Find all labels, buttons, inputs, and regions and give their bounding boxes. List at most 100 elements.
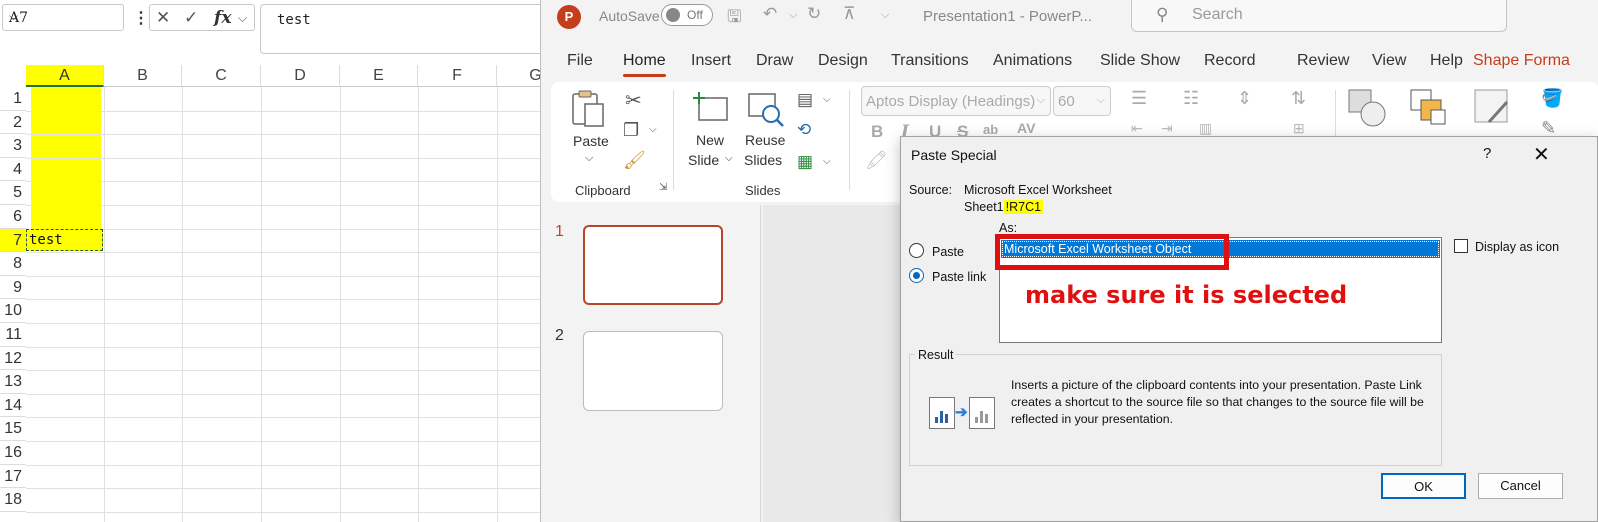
undo-icon[interactable]: ↶	[763, 4, 777, 24]
font-size-select[interactable]: 60 ⌵	[1053, 86, 1111, 116]
shapes-icon[interactable]	[1347, 88, 1387, 131]
active-cell-a7[interactable]: test	[26, 228, 103, 251]
column-header-c[interactable]: C	[182, 65, 261, 87]
display-as-icon-checkbox[interactable]	[1454, 239, 1468, 253]
section-icon[interactable]: ▦	[797, 152, 813, 172]
help-icon[interactable]: ?	[1483, 145, 1491, 162]
tab-file[interactable]: File	[567, 52, 593, 70]
tab-review[interactable]: Review	[1297, 52, 1349, 70]
paste-icon[interactable]	[569, 88, 607, 128]
font-name-select[interactable]: Aptos Display (Headings) ⌵	[861, 86, 1051, 116]
shape-fill-icon[interactable]: 🪣	[1541, 88, 1563, 109]
reuse-slides-label-2[interactable]: Slides	[744, 152, 782, 168]
chevron-down-icon[interactable]: ⌵	[1037, 94, 1045, 107]
enter-icon[interactable]: ✓	[184, 8, 198, 28]
tab-draw[interactable]: Draw	[756, 52, 793, 70]
tab-transitions[interactable]: Transitions	[891, 52, 969, 70]
row-header-4[interactable]: 4	[0, 157, 26, 182]
character-spacing-icon[interactable]: ab	[983, 122, 998, 137]
customize-toolbar-icon[interactable]: ⌵	[881, 9, 889, 22]
chevron-down-icon[interactable]: ⌵	[238, 11, 247, 26]
row-header-15[interactable]: 15	[0, 417, 26, 441]
row-header-9[interactable]: 9	[0, 275, 26, 300]
chevron-down-icon[interactable]: ⌵	[1097, 94, 1105, 107]
display-as-icon-label[interactable]: Display as icon	[1475, 240, 1559, 254]
save-icon[interactable]: 🖫	[727, 4, 741, 33]
row-header-13[interactable]: 13	[0, 370, 26, 394]
column-header-d[interactable]: D	[261, 65, 340, 87]
reuse-slides-icon[interactable]	[747, 90, 785, 131]
row-header-17[interactable]: 17	[0, 464, 26, 489]
cut-icon[interactable]: ✂	[625, 88, 642, 113]
chevron-down-icon[interactable]: ⌵	[789, 9, 797, 22]
cancel-icon[interactable]: ✕	[156, 8, 170, 28]
slide-thumbnail-1[interactable]	[583, 225, 723, 305]
chevron-down-icon[interactable]: ⌵	[9, 9, 117, 24]
new-slide-label-1[interactable]: New	[696, 132, 724, 148]
increase-indent-icon[interactable]: ⇥	[1161, 120, 1173, 137]
row-header-12[interactable]: 12	[0, 346, 26, 371]
new-slide-label-2[interactable]: Slide	[688, 152, 719, 168]
column-header-a[interactable]: A	[26, 65, 104, 87]
row-header-6[interactable]: 6	[0, 205, 26, 229]
autosave-toggle[interactable]: Off	[661, 4, 713, 26]
paste-link-radio[interactable]	[909, 268, 924, 283]
new-slide-icon[interactable]	[693, 90, 729, 127]
row-header-2[interactable]: 2	[0, 110, 26, 135]
highlight-icon[interactable]: 🖍	[865, 150, 888, 171]
insert-function-icon[interactable]: fx	[214, 8, 231, 28]
dialog-launcher-icon[interactable]: ⇲	[659, 182, 667, 193]
change-case-icon[interactable]: AV	[1017, 120, 1035, 136]
row-header-11[interactable]: 11	[0, 323, 26, 347]
chevron-down-icon[interactable]: ⌵	[725, 153, 733, 164]
ok-button[interactable]: OK	[1381, 473, 1466, 499]
slide-thumbnail-2[interactable]	[583, 331, 723, 411]
tab-view[interactable]: View	[1372, 52, 1406, 70]
row-header-14[interactable]: 14	[0, 393, 26, 418]
search-box[interactable]: ⚲ Search	[1131, 0, 1507, 32]
column-header-f[interactable]: F	[418, 65, 497, 87]
present-icon[interactable]: ⊼	[843, 4, 855, 24]
tab-insert[interactable]: Insert	[691, 52, 731, 70]
tab-animations[interactable]: Animations	[993, 52, 1072, 70]
tab-record[interactable]: Record	[1204, 52, 1256, 70]
format-painter-icon[interactable]: 🖌	[623, 150, 646, 171]
row-header-5[interactable]: 5	[0, 181, 26, 205]
formula-bar[interactable]: test	[260, 4, 540, 54]
name-box[interactable]: A7 ⌵	[2, 4, 124, 31]
copy-icon[interactable]: ❐	[623, 120, 639, 141]
decrease-indent-icon[interactable]: ⇤	[1131, 120, 1143, 137]
reuse-slides-label-1[interactable]: Reuse	[745, 132, 785, 148]
more-options-icon[interactable]: ⋮	[133, 8, 149, 28]
layout-icon[interactable]: ▤	[797, 90, 813, 110]
cancel-button[interactable]: Cancel	[1478, 473, 1563, 499]
bold-icon[interactable]: B	[871, 122, 883, 142]
tab-shape-forma[interactable]: Shape Forma	[1473, 52, 1570, 70]
chevron-down-icon[interactable]: ⌵	[585, 152, 593, 165]
paste-link-radio-label[interactable]: Paste link	[932, 270, 986, 284]
chevron-down-icon[interactable]: ⌵	[823, 94, 831, 105]
paste-radio-label[interactable]: Paste	[932, 245, 964, 259]
tab-home[interactable]: Home	[623, 52, 666, 77]
row-header-3[interactable]: 3	[0, 134, 26, 158]
column-header-g[interactable]: G	[497, 65, 540, 87]
paste-button-label[interactable]: Paste	[573, 133, 609, 149]
align-text-icon[interactable]: ⊞	[1293, 120, 1305, 137]
row-header-7[interactable]: 7	[0, 228, 26, 253]
row-header-1[interactable]: 1	[0, 87, 26, 111]
row-header-18[interactable]: 18	[0, 488, 26, 512]
tab-help[interactable]: Help	[1430, 52, 1463, 70]
tab-design[interactable]: Design	[818, 52, 868, 70]
columns-icon[interactable]: ▥	[1199, 120, 1212, 137]
quick-styles-icon[interactable]	[1473, 88, 1513, 131]
column-header-e[interactable]: E	[340, 65, 418, 87]
reset-icon[interactable]: ⟲	[797, 120, 811, 140]
redo-icon[interactable]: ↻	[807, 4, 821, 24]
column-header-b[interactable]: B	[104, 65, 182, 87]
row-header-16[interactable]: 16	[0, 441, 26, 465]
line-spacing-icon[interactable]: ⇕	[1237, 88, 1252, 109]
numbering-icon[interactable]: ☷	[1183, 88, 1199, 109]
bullets-icon[interactable]: ☰	[1131, 88, 1147, 109]
chevron-down-icon[interactable]: ⌵	[649, 124, 657, 135]
chevron-down-icon[interactable]: ⌵	[823, 156, 831, 167]
